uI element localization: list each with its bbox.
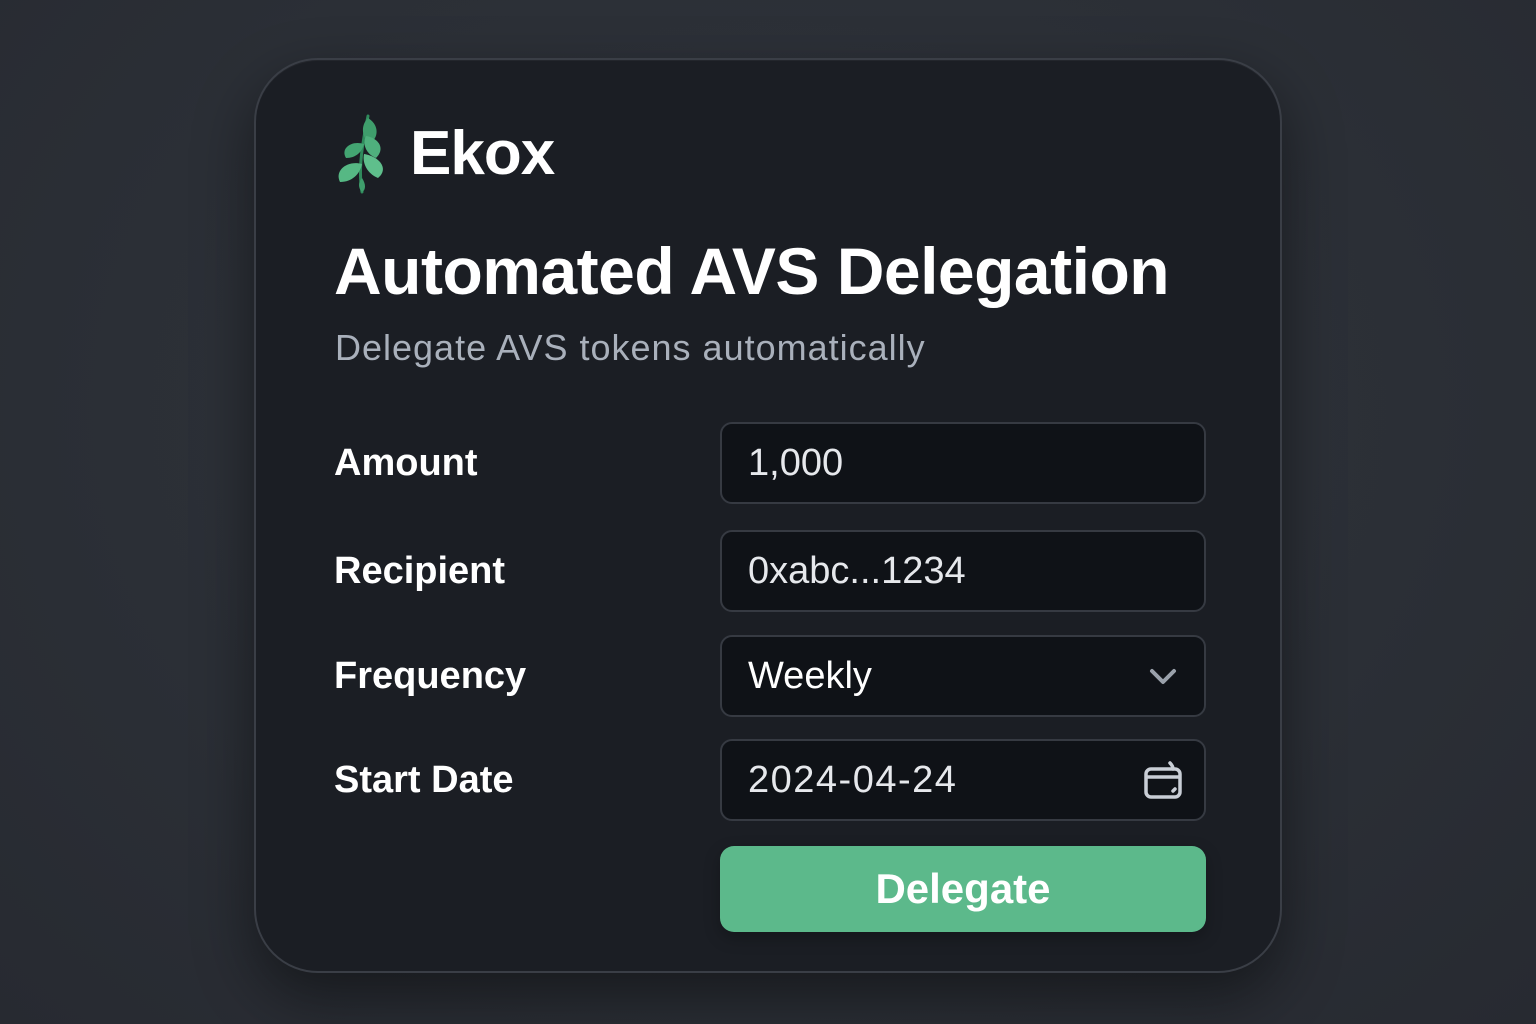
recipient-input[interactable]: 0xabc...1234 [720,530,1206,612]
amount-value: 1,000 [748,442,844,484]
delegate-button[interactable]: Delegate [720,846,1206,932]
calendar-icon[interactable] [1142,759,1184,801]
leaf-icon [338,114,383,194]
amount-label: Amount [334,442,478,484]
chevron-down-icon [1150,669,1176,684]
frequency-select[interactable]: Weekly [720,635,1206,717]
frequency-label: Frequency [334,655,527,697]
delegation-card: Ekox Automated AVS Delegation Delegate A… [254,58,1282,973]
brand-name: Ekox [410,119,555,188]
brand: Ekox [332,112,555,196]
recipient-label: Recipient [334,550,506,592]
frequency-value: Weekly [748,655,872,697]
start-date-input[interactable]: 2024-04-24 [720,739,1206,821]
recipient-value: 0xabc...1234 [748,550,966,592]
amount-input[interactable]: 1,000 [720,422,1206,504]
start-date-label: Start Date [334,759,514,801]
start-date-value: 2024-04-24 [748,759,958,801]
page-subtitle: Delegate AVS tokens automatically [335,327,926,368]
page-title: Automated AVS Delegation [334,234,1170,308]
